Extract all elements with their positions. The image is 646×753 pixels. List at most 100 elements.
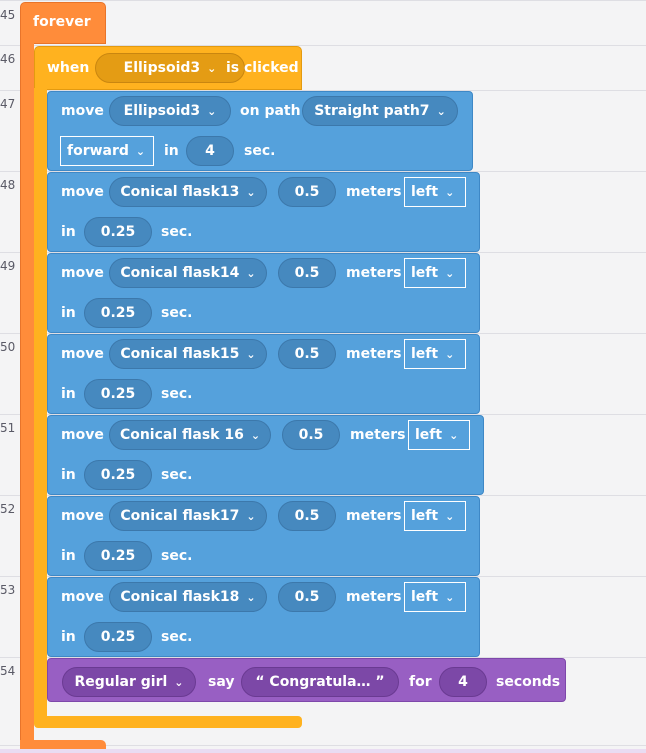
chevron-down-icon: ⌄ bbox=[445, 347, 455, 361]
move-object-dropdown[interactable]: Conical flask 16 ⌄ bbox=[109, 420, 271, 450]
meters-label: meters bbox=[346, 589, 402, 605]
chevron-down-icon: ⌄ bbox=[246, 590, 256, 604]
path-object-label: Ellipsoid3 bbox=[123, 103, 201, 119]
sec-label: sec. bbox=[161, 224, 193, 240]
chevron-down-icon: ⌄ bbox=[445, 185, 455, 199]
direction-dropdown[interactable]: left ⌄ bbox=[404, 258, 466, 288]
distance-input[interactable]: 0.5 bbox=[282, 420, 340, 450]
sec-label: sec. bbox=[161, 305, 193, 321]
event-object-dropdown[interactable]: Ellipsoid3 ⌄ bbox=[95, 53, 245, 83]
sec-label: sec. bbox=[161, 467, 193, 483]
direction-label: left bbox=[411, 265, 439, 281]
path-object-dropdown[interactable]: Ellipsoid3 ⌄ bbox=[109, 96, 231, 126]
chevron-down-icon: ⌄ bbox=[135, 144, 146, 158]
line-number: 47 bbox=[0, 97, 16, 111]
chevron-down-icon: ⌄ bbox=[174, 675, 184, 689]
path-duration-input[interactable]: 4 bbox=[186, 136, 234, 166]
duration-input[interactable]: 0.25 bbox=[84, 298, 152, 328]
when-clicked-block-foot bbox=[34, 716, 302, 728]
duration-input[interactable]: 0.25 bbox=[84, 379, 152, 409]
sec-label: sec. bbox=[161, 386, 193, 402]
line-number: 53 bbox=[0, 583, 16, 597]
event-object-label: Ellipsoid3 bbox=[123, 60, 201, 76]
meters-label: meters bbox=[350, 427, 406, 443]
move-object-dropdown[interactable]: Conical flask14 ⌄ bbox=[109, 258, 267, 288]
seconds-label: seconds bbox=[496, 674, 561, 690]
direction-dropdown[interactable]: left ⌄ bbox=[404, 177, 466, 207]
move-object-label: Conical flask17 bbox=[120, 508, 240, 524]
for-label: for bbox=[409, 674, 432, 690]
row-separator bbox=[0, 0, 646, 1]
direction-dropdown[interactable]: left ⌄ bbox=[404, 501, 466, 531]
duration-input[interactable]: 0.25 bbox=[84, 217, 152, 247]
line-gutter bbox=[0, 0, 18, 753]
move-label: move bbox=[61, 184, 104, 200]
direction-label: left bbox=[411, 508, 439, 524]
move-object-label: Conical flask 16 bbox=[119, 427, 244, 443]
line-number: 50 bbox=[0, 340, 16, 354]
path-label: Straight path7 bbox=[314, 103, 430, 119]
bottom-strip bbox=[0, 749, 646, 753]
move-label: move bbox=[61, 265, 104, 281]
say-label: say bbox=[208, 674, 235, 690]
duration-input[interactable]: 0.25 bbox=[84, 541, 152, 571]
sec-label: sec. bbox=[244, 143, 276, 159]
move-label: move bbox=[61, 103, 104, 119]
move-object-dropdown[interactable]: Conical flask17 ⌄ bbox=[109, 501, 267, 531]
move-object-label: Conical flask15 bbox=[120, 346, 240, 362]
direction-dropdown[interactable]: left ⌄ bbox=[404, 582, 466, 612]
is-clicked-label: is clicked bbox=[226, 60, 299, 76]
path-direction-dropdown[interactable]: forward ⌄ bbox=[60, 136, 154, 166]
move-object-dropdown[interactable]: Conical flask13 ⌄ bbox=[109, 177, 267, 207]
message-input[interactable]: “ Congratula… ” bbox=[241, 667, 399, 697]
duration-input[interactable]: 0.25 bbox=[84, 460, 152, 490]
speaker-dropdown[interactable]: Regular girl ⌄ bbox=[62, 667, 196, 697]
speaker-label: Regular girl bbox=[74, 674, 168, 690]
chevron-down-icon: ⌄ bbox=[246, 266, 256, 280]
distance-input[interactable]: 0.5 bbox=[278, 501, 336, 531]
say-duration-input[interactable]: 4 bbox=[439, 667, 487, 697]
forever-block-arm bbox=[20, 42, 34, 747]
move-object-label: Conical flask18 bbox=[120, 589, 240, 605]
meters-label: meters bbox=[346, 184, 402, 200]
direction-label: left bbox=[411, 346, 439, 362]
chevron-down-icon: ⌄ bbox=[246, 185, 256, 199]
chevron-down-icon: ⌄ bbox=[250, 428, 261, 442]
distance-input[interactable]: 0.5 bbox=[278, 258, 336, 288]
line-number: 52 bbox=[0, 502, 16, 516]
path-direction-label: forward bbox=[67, 143, 129, 159]
line-number: 51 bbox=[0, 421, 16, 435]
direction-dropdown[interactable]: left ⌄ bbox=[404, 339, 466, 369]
when-clicked-block-arm bbox=[34, 88, 47, 718]
line-number: 48 bbox=[0, 178, 16, 192]
chevron-down-icon: ⌄ bbox=[445, 590, 455, 604]
path-dropdown[interactable]: Straight path7 ⌄ bbox=[302, 96, 458, 126]
in-label: in bbox=[61, 386, 76, 402]
move-object-dropdown[interactable]: Conical flask18 ⌄ bbox=[109, 582, 267, 612]
move-label: move bbox=[61, 346, 104, 362]
line-number: 46 bbox=[0, 52, 16, 66]
direction-label: left bbox=[415, 427, 443, 443]
line-number: 49 bbox=[0, 259, 16, 273]
in-label: in bbox=[61, 224, 76, 240]
move-object-dropdown[interactable]: Conical flask15 ⌄ bbox=[109, 339, 267, 369]
duration-input[interactable]: 0.25 bbox=[84, 622, 152, 652]
distance-input[interactable]: 0.5 bbox=[278, 339, 336, 369]
move-label: move bbox=[61, 508, 104, 524]
direction-dropdown[interactable]: left ⌄ bbox=[408, 420, 470, 450]
line-number: 45 bbox=[0, 8, 16, 22]
in-label: in bbox=[61, 305, 76, 321]
chevron-down-icon: ⌄ bbox=[207, 61, 217, 75]
move-object-label: Conical flask13 bbox=[120, 184, 240, 200]
direction-label: left bbox=[411, 589, 439, 605]
meters-label: meters bbox=[346, 346, 402, 362]
in-label: in bbox=[164, 143, 179, 159]
when-label: when bbox=[47, 60, 90, 76]
distance-input[interactable]: 0.5 bbox=[278, 177, 336, 207]
direction-label: left bbox=[411, 184, 439, 200]
sec-label: sec. bbox=[161, 548, 193, 564]
meters-label: meters bbox=[346, 265, 402, 281]
move-object-label: Conical flask14 bbox=[120, 265, 240, 281]
distance-input[interactable]: 0.5 bbox=[278, 582, 336, 612]
meters-label: meters bbox=[346, 508, 402, 524]
